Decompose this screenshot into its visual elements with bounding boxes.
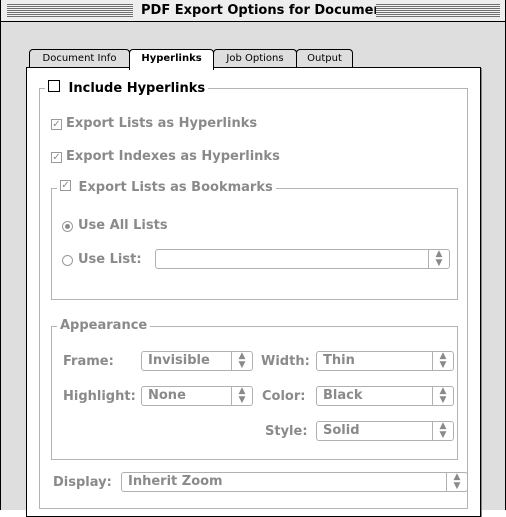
checkmark-icon: ✓ <box>61 180 70 191</box>
bookmarks-group <box>51 188 458 300</box>
up-down-arrows-icon: ▲ ▼ <box>231 352 252 370</box>
highlight-label: Highlight: <box>63 389 136 404</box>
checkmark-icon: ✓ <box>52 152 61 163</box>
window-title: PDF Export Options for Document1 <box>141 3 398 18</box>
up-down-arrows-icon: ▲ ▼ <box>231 387 252 405</box>
dialog-content: Document Info Hyperlinks Job Options Out… <box>1 22 505 517</box>
up-down-arrows-icon: ▲ ▼ <box>432 422 453 440</box>
tab-job-options[interactable]: Job Options <box>213 49 297 68</box>
highlight-popup[interactable]: None ▲ ▼ <box>141 386 253 406</box>
style-label: Style: <box>265 424 308 439</box>
title-bar[interactable]: PDF Export Options for Document1 <box>1 0 505 22</box>
export-lists-bookmarks-checkbox[interactable]: ✓ <box>60 180 71 191</box>
export-lists-bookmarks-label: Export Lists as Bookmarks <box>78 180 273 195</box>
style-value: Solid <box>323 423 360 438</box>
include-hyperlinks-header: Include Hyperlinks <box>45 80 209 97</box>
up-down-arrows-icon: ▲ ▼ <box>432 352 453 370</box>
width-value: Thin <box>323 353 355 368</box>
dialog-window: PDF Export Options for Document1 Documen… <box>0 0 506 517</box>
style-popup[interactable]: Solid ▲ ▼ <box>316 421 454 441</box>
up-down-arrows-icon: ▲ ▼ <box>428 250 449 268</box>
highlight-value: None <box>148 388 186 403</box>
export-lists-hyperlinks-label: Export Lists as Hyperlinks <box>66 116 258 131</box>
use-all-lists-label: Use All Lists <box>78 218 168 233</box>
tab-hyperlinks[interactable]: Hyperlinks <box>129 49 214 70</box>
color-label: Color: <box>262 389 306 404</box>
width-label: Width: <box>261 354 310 369</box>
title-bar-stripes-right <box>376 4 500 17</box>
use-all-lists-radio[interactable] <box>62 221 73 232</box>
include-hyperlinks-label: Include Hyperlinks <box>68 81 206 96</box>
tab-document-info[interactable]: Document Info <box>29 49 130 68</box>
tab-output[interactable]: Output <box>296 49 353 68</box>
title-bar-stripes-left <box>7 4 133 17</box>
export-indexes-hyperlinks-label: Export Indexes as Hyperlinks <box>66 149 280 164</box>
export-lists-hyperlinks-checkbox[interactable]: ✓ <box>51 119 62 130</box>
include-hyperlinks-checkbox[interactable] <box>48 80 60 92</box>
up-down-arrows-icon: ▲ ▼ <box>432 387 453 405</box>
frame-popup[interactable]: Invisible ▲ ▼ <box>141 351 253 371</box>
width-popup[interactable]: Thin ▲ ▼ <box>316 351 454 371</box>
display-popup[interactable]: Inherit Zoom ▲ ▼ <box>121 472 468 492</box>
export-indexes-hyperlinks-checkbox[interactable]: ✓ <box>51 152 62 163</box>
color-value: Black <box>323 388 363 403</box>
checkmark-icon: ✓ <box>52 119 61 130</box>
display-value: Inherit Zoom <box>128 474 223 489</box>
use-list-radio[interactable] <box>62 255 73 266</box>
color-popup[interactable]: Black ▲ ▼ <box>316 386 454 406</box>
frame-label: Frame: <box>63 354 114 369</box>
use-list-popup[interactable]: ▲ ▼ <box>155 249 450 269</box>
use-list-label: Use List: <box>78 252 142 267</box>
up-down-arrows-icon: ▲ ▼ <box>446 473 467 491</box>
frame-value: Invisible <box>148 353 210 368</box>
display-label: Display: <box>53 475 112 490</box>
hyperlinks-panel: Include Hyperlinks ✓ Export Lists as Hyp… <box>26 67 481 517</box>
appearance-title: Appearance <box>57 318 151 334</box>
bookmarks-header: ✓ Export Lists as Bookmarks <box>57 180 276 196</box>
